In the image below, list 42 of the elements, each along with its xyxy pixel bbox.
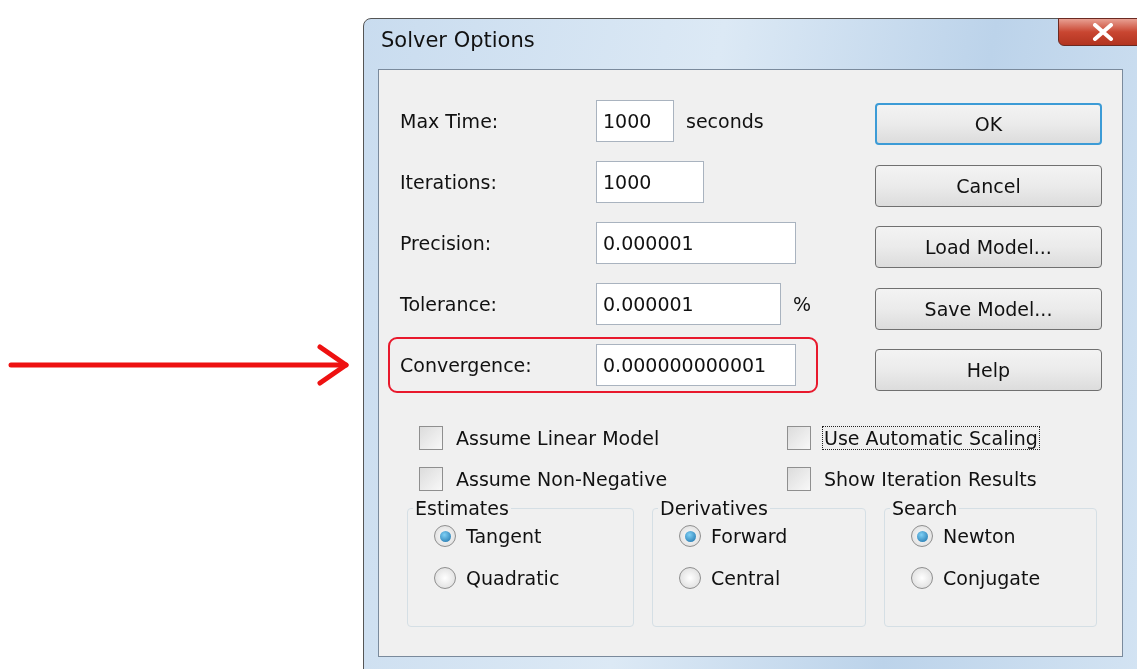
radio-label[interactable]: Forward [711, 525, 788, 547]
radio-label[interactable]: Central [711, 567, 781, 589]
checkbox-label[interactable]: Assume Non-Negative [454, 467, 670, 491]
dialog-button[interactable]: OK [875, 103, 1102, 145]
checkbox[interactable] [419, 426, 443, 450]
radio-button[interactable] [434, 567, 456, 589]
checkbox-label[interactable]: Use Automatic Scaling [822, 426, 1040, 450]
input-field[interactable]: 0.000000000001 [596, 344, 796, 386]
unit-label: seconds [686, 110, 764, 132]
radio-button[interactable] [911, 567, 933, 589]
unit-label: % [793, 293, 812, 315]
dialog-button[interactable]: Cancel [875, 164, 1102, 207]
input-field[interactable]: 1000 [596, 161, 704, 203]
checkbox-label[interactable]: Show Iteration Results [822, 467, 1039, 491]
checkbox[interactable] [787, 467, 811, 491]
radio-button[interactable] [679, 525, 701, 547]
input-field[interactable]: 0.000001 [596, 222, 796, 264]
close-button[interactable] [1058, 18, 1137, 46]
radio-label[interactable]: Quadratic [466, 567, 560, 589]
field-label: Iterations: [400, 171, 498, 193]
field-label: Convergence: [400, 354, 533, 376]
radio-label[interactable]: Newton [943, 525, 1016, 547]
radio-button[interactable] [911, 525, 933, 547]
radio-button[interactable] [434, 525, 456, 547]
group-title: Estimates [414, 497, 510, 519]
field-label: Max Time: [400, 110, 500, 132]
checkbox[interactable] [419, 467, 443, 491]
radio-button[interactable] [679, 567, 701, 589]
input-field[interactable]: 1000 [596, 100, 674, 142]
checkbox-label[interactable]: Assume Linear Model [454, 426, 662, 450]
field-label: Tolerance: [400, 293, 498, 315]
radio-label[interactable]: Tangent [466, 525, 542, 547]
window-title: Solver Options [381, 28, 535, 52]
dialog-button[interactable]: Help [875, 349, 1102, 391]
group-title: Search [891, 497, 959, 519]
input-field[interactable]: 0.000001 [596, 283, 781, 325]
dialog-button[interactable]: Load Model... [875, 226, 1102, 268]
dialog-button[interactable]: Save Model... [875, 287, 1102, 330]
group-title: Derivatives [659, 497, 769, 519]
field-label: Precision: [400, 232, 493, 254]
checkbox[interactable] [787, 426, 811, 450]
radio-label[interactable]: Conjugate [943, 567, 1041, 589]
